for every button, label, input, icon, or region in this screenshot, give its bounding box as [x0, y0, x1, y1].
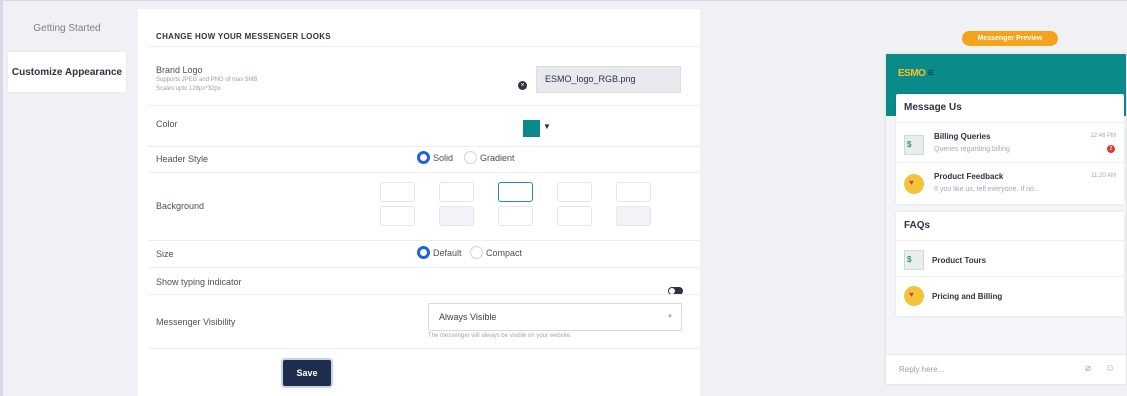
background-option[interactable]	[616, 206, 651, 226]
emoji-icon[interactable]: ☺	[1105, 363, 1115, 374]
background-option[interactable]	[439, 182, 474, 202]
background-option[interactable]	[557, 182, 592, 202]
conversation-time: 11:20 AM	[1091, 173, 1116, 179]
save-button[interactable]: Save	[283, 360, 331, 386]
divider	[148, 294, 700, 295]
divider	[148, 267, 700, 268]
radio-label: Compact	[486, 247, 523, 258]
faq-title: Pricing and Billing	[932, 292, 1003, 301]
settings-nav: Getting Started Customize Appearance	[8, 8, 126, 92]
background-option[interactable]	[380, 206, 415, 226]
header-style-gradient[interactable]: Gradient	[464, 151, 515, 164]
divider	[148, 172, 700, 173]
conversation-subtitle: If you like us, tell everyone. If no...	[934, 186, 1040, 193]
attachment-icon[interactable]: ⌀	[1085, 363, 1091, 374]
logo-file-field[interactable]: ESMO_logo_RGB.png	[536, 66, 681, 93]
remove-logo-icon[interactable]: ×	[518, 81, 527, 90]
visibility-label: Messenger Visibility	[156, 317, 236, 327]
background-option[interactable]	[439, 206, 474, 226]
size-default[interactable]: Default	[417, 246, 462, 259]
size-label: Size	[156, 249, 174, 259]
brand-logo: ESMO ≡	[898, 68, 934, 79]
background-option[interactable]	[557, 206, 592, 226]
divider	[148, 240, 700, 241]
background-option[interactable]	[498, 206, 533, 226]
brand-logo-scale-help: Scales upto 128px*32px	[156, 86, 221, 92]
size-compact[interactable]: Compact	[470, 246, 522, 259]
nav-item-getting-started[interactable]: Getting Started	[8, 8, 126, 48]
radio-unselected-icon[interactable]	[470, 246, 483, 259]
reply-bar: Reply here... ⌀ ☺	[886, 354, 1126, 384]
feedback-badge-icon	[904, 174, 924, 194]
messenger-preview: ESMO ≡ Message Us Billing Queries Querie…	[886, 54, 1126, 384]
background-option[interactable]	[380, 182, 415, 202]
radio-selected-icon[interactable]	[417, 246, 430, 259]
background-option[interactable]	[616, 182, 651, 202]
divider	[896, 276, 1124, 277]
unread-count-badge: 2	[1107, 145, 1115, 153]
faq-title: Product Tours	[932, 256, 987, 265]
color-label: Color	[156, 119, 178, 129]
card-title: Message Us	[904, 102, 962, 113]
card-title: FAQs	[904, 220, 931, 231]
divider	[148, 105, 700, 106]
typing-indicator-label: Show typing indicator	[156, 277, 242, 287]
background-option-selected[interactable]	[498, 182, 533, 202]
faqs-card: FAQs Product Tours Pricing and Billing	[896, 212, 1124, 316]
brand-logo-label: Brand Logo	[156, 65, 203, 75]
divider	[148, 348, 700, 349]
radio-label: Solid	[433, 152, 454, 163]
divider	[896, 240, 1124, 241]
conversation-time: 12:46 PM	[1090, 133, 1116, 139]
divider	[148, 146, 700, 147]
divider	[896, 162, 1124, 163]
badge-icon	[904, 286, 924, 306]
background-picker	[380, 182, 652, 236]
brand-logo-help: Supports JPEG and PNG of max 5MB	[156, 77, 258, 83]
divider	[148, 46, 700, 47]
message-us-card: Message Us Billing Queries Queries regar…	[896, 94, 1124, 204]
document-icon	[904, 250, 924, 270]
conversation-title: Product Feedback	[934, 172, 1004, 181]
background-label: Background	[156, 201, 205, 211]
color-dropdown-icon[interactable]: ▼	[543, 122, 551, 131]
visibility-value: Always Visible	[439, 312, 497, 322]
panel-title: CHANGE HOW YOUR MESSENGER LOOKS	[156, 32, 331, 41]
header-style-solid[interactable]: Solid	[417, 151, 453, 164]
radio-label: Gradient	[480, 152, 515, 163]
divider	[896, 122, 1124, 123]
messenger-preview-badge: Messenger Preview	[962, 31, 1058, 46]
conversation-subtitle: Queries regarding billing	[934, 146, 1010, 153]
appearance-panel: CHANGE HOW YOUR MESSENGER LOOKS Brand Lo…	[138, 9, 700, 396]
nav-item-customize-appearance[interactable]: Customize Appearance	[8, 52, 126, 92]
color-swatch[interactable]	[523, 120, 540, 137]
visibility-hint: The messenger will always be visible on …	[428, 333, 572, 339]
billing-document-icon	[904, 135, 924, 155]
chevron-down-icon: ▼	[667, 314, 673, 320]
header-style-label: Header Style	[156, 154, 209, 164]
radio-unselected-icon[interactable]	[464, 151, 477, 164]
reply-input[interactable]: Reply here...	[899, 365, 944, 374]
radio-label: Default	[433, 247, 462, 258]
visibility-select[interactable]: Always Visible ▼	[428, 303, 682, 331]
conversation-title: Billing Queries	[934, 132, 991, 141]
radio-selected-icon[interactable]	[417, 151, 430, 164]
